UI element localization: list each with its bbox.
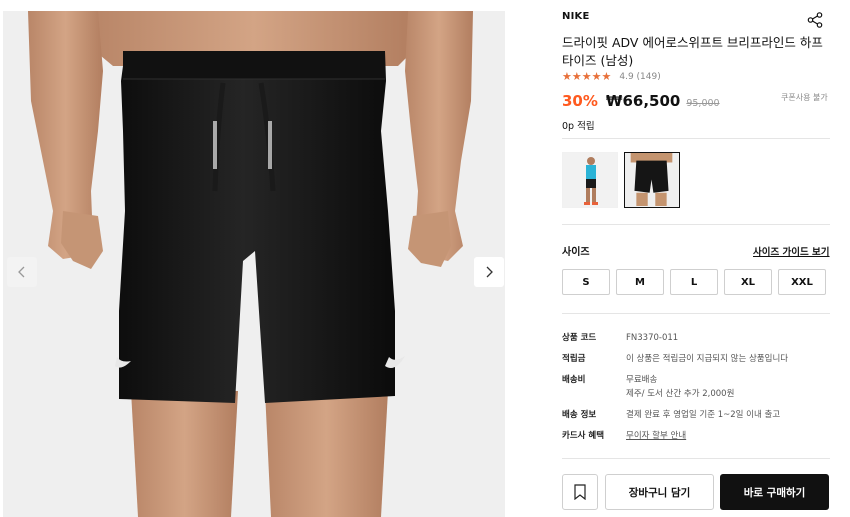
divider <box>562 224 830 225</box>
spec-row-shipping: 배송비 무료배송 제주/ 도서 산간 추가 2,000원 <box>562 373 830 401</box>
divider <box>562 138 830 139</box>
size-option-l[interactable]: L <box>670 269 718 295</box>
size-option-s[interactable]: S <box>562 269 610 295</box>
spec-key: 카드사 혜택 <box>562 431 605 441</box>
spec-value: 결제 완료 후 영업일 기준 1~2일 이내 출고 <box>626 410 781 420</box>
spec-key: 적립금 <box>562 354 586 364</box>
spec-value: 무이자 할부 안내 <box>626 429 686 443</box>
spec-row-code: 상품 코드 FN3370-011 <box>562 331 830 345</box>
spec-row-card: 카드사 혜택 무이자 할부 안내 <box>562 429 830 443</box>
spec-row-points: 적립금 이 상품은 적립금이 지급되지 않는 상품입니다 <box>562 352 830 366</box>
chevron-left-icon <box>18 266 25 278</box>
thumbnail-model[interactable] <box>562 152 618 208</box>
spec-value: 무료배송 제주/ 도서 산간 추가 2,000원 <box>626 373 734 401</box>
star-icon: ★ <box>581 70 592 83</box>
brand-name[interactable]: NIKE <box>562 11 589 22</box>
size-option-xl[interactable]: XL <box>724 269 772 295</box>
points-earned: 0p 적립 <box>562 121 595 132</box>
product-specs: 상품 코드 FN3370-011 적립금 이 상품은 적립금이 지급되지 않는 … <box>562 331 830 450</box>
spec-key: 배송 정보 <box>562 410 597 420</box>
chevron-right-icon <box>486 266 493 278</box>
sale-price: ₩66,500 <box>605 92 681 110</box>
shipping-free: 무료배송 <box>626 375 658 385</box>
product-rating[interactable]: ★ ★ ★ ★ ★ 4.9 (149) <box>562 71 661 83</box>
bookmark-icon <box>574 484 586 500</box>
star-icon: ★ <box>591 70 602 83</box>
spec-key: 배송비 <box>562 375 586 385</box>
star-icon: ★ <box>571 70 582 83</box>
color-thumbnails <box>562 152 680 208</box>
product-image-gallery <box>3 11 505 517</box>
product-main-image <box>3 11 505 517</box>
rating-stars: ★ ★ ★ ★ ★ <box>562 71 611 83</box>
price-row: 30% ₩66,500 95,000 <box>562 92 720 110</box>
coupon-note: 쿠폰사용 불가 <box>781 93 828 102</box>
size-option-xxl[interactable]: XXL <box>778 269 826 295</box>
size-section-label: 사이즈 <box>562 247 590 258</box>
buy-now-button[interactable]: 바로 구매하기 <box>720 474 829 510</box>
shipping-extra: 제주/ 도서 산간 추가 2,000원 <box>626 389 735 399</box>
spec-key: 상품 코드 <box>562 333 597 343</box>
next-image-button[interactable] <box>474 257 504 287</box>
size-options: S M L XL XXL <box>562 269 826 295</box>
product-title: 드라이핏 ADV 에어로스위프트 브리프라인드 하프타이즈 (남성) <box>562 35 823 68</box>
share-icon <box>807 12 823 28</box>
thumbnail-tights-image <box>625 153 678 206</box>
original-price: 95,000 <box>686 98 720 109</box>
prev-image-button[interactable] <box>7 257 37 287</box>
share-button[interactable] <box>806 11 824 29</box>
divider <box>562 313 830 314</box>
rating-summary: 4.9 (149) <box>619 72 661 82</box>
thumbnail-model-image <box>563 153 617 207</box>
star-icon: ★ <box>601 70 612 83</box>
purchase-actions: 장바구니 담기 바로 구매하기 <box>562 474 829 510</box>
installment-info-link[interactable]: 무이자 할부 안내 <box>626 431 686 441</box>
add-to-cart-button[interactable]: 장바구니 담기 <box>605 474 714 510</box>
spec-value: FN3370-011 <box>626 333 679 343</box>
wishlist-button[interactable] <box>562 474 598 510</box>
spec-row-delivery: 배송 정보 결제 완료 후 영업일 기준 1~2일 이내 출고 <box>562 408 830 422</box>
discount-rate: 30% <box>562 92 598 110</box>
thumbnail-tights[interactable] <box>624 152 680 208</box>
size-option-m[interactable]: M <box>616 269 664 295</box>
star-icon: ★ <box>562 70 572 83</box>
divider <box>562 458 830 459</box>
size-guide-link[interactable]: 사이즈 가이드 보기 <box>753 244 830 258</box>
spec-value: 이 상품은 적립금이 지급되지 않는 상품입니다 <box>626 354 789 364</box>
